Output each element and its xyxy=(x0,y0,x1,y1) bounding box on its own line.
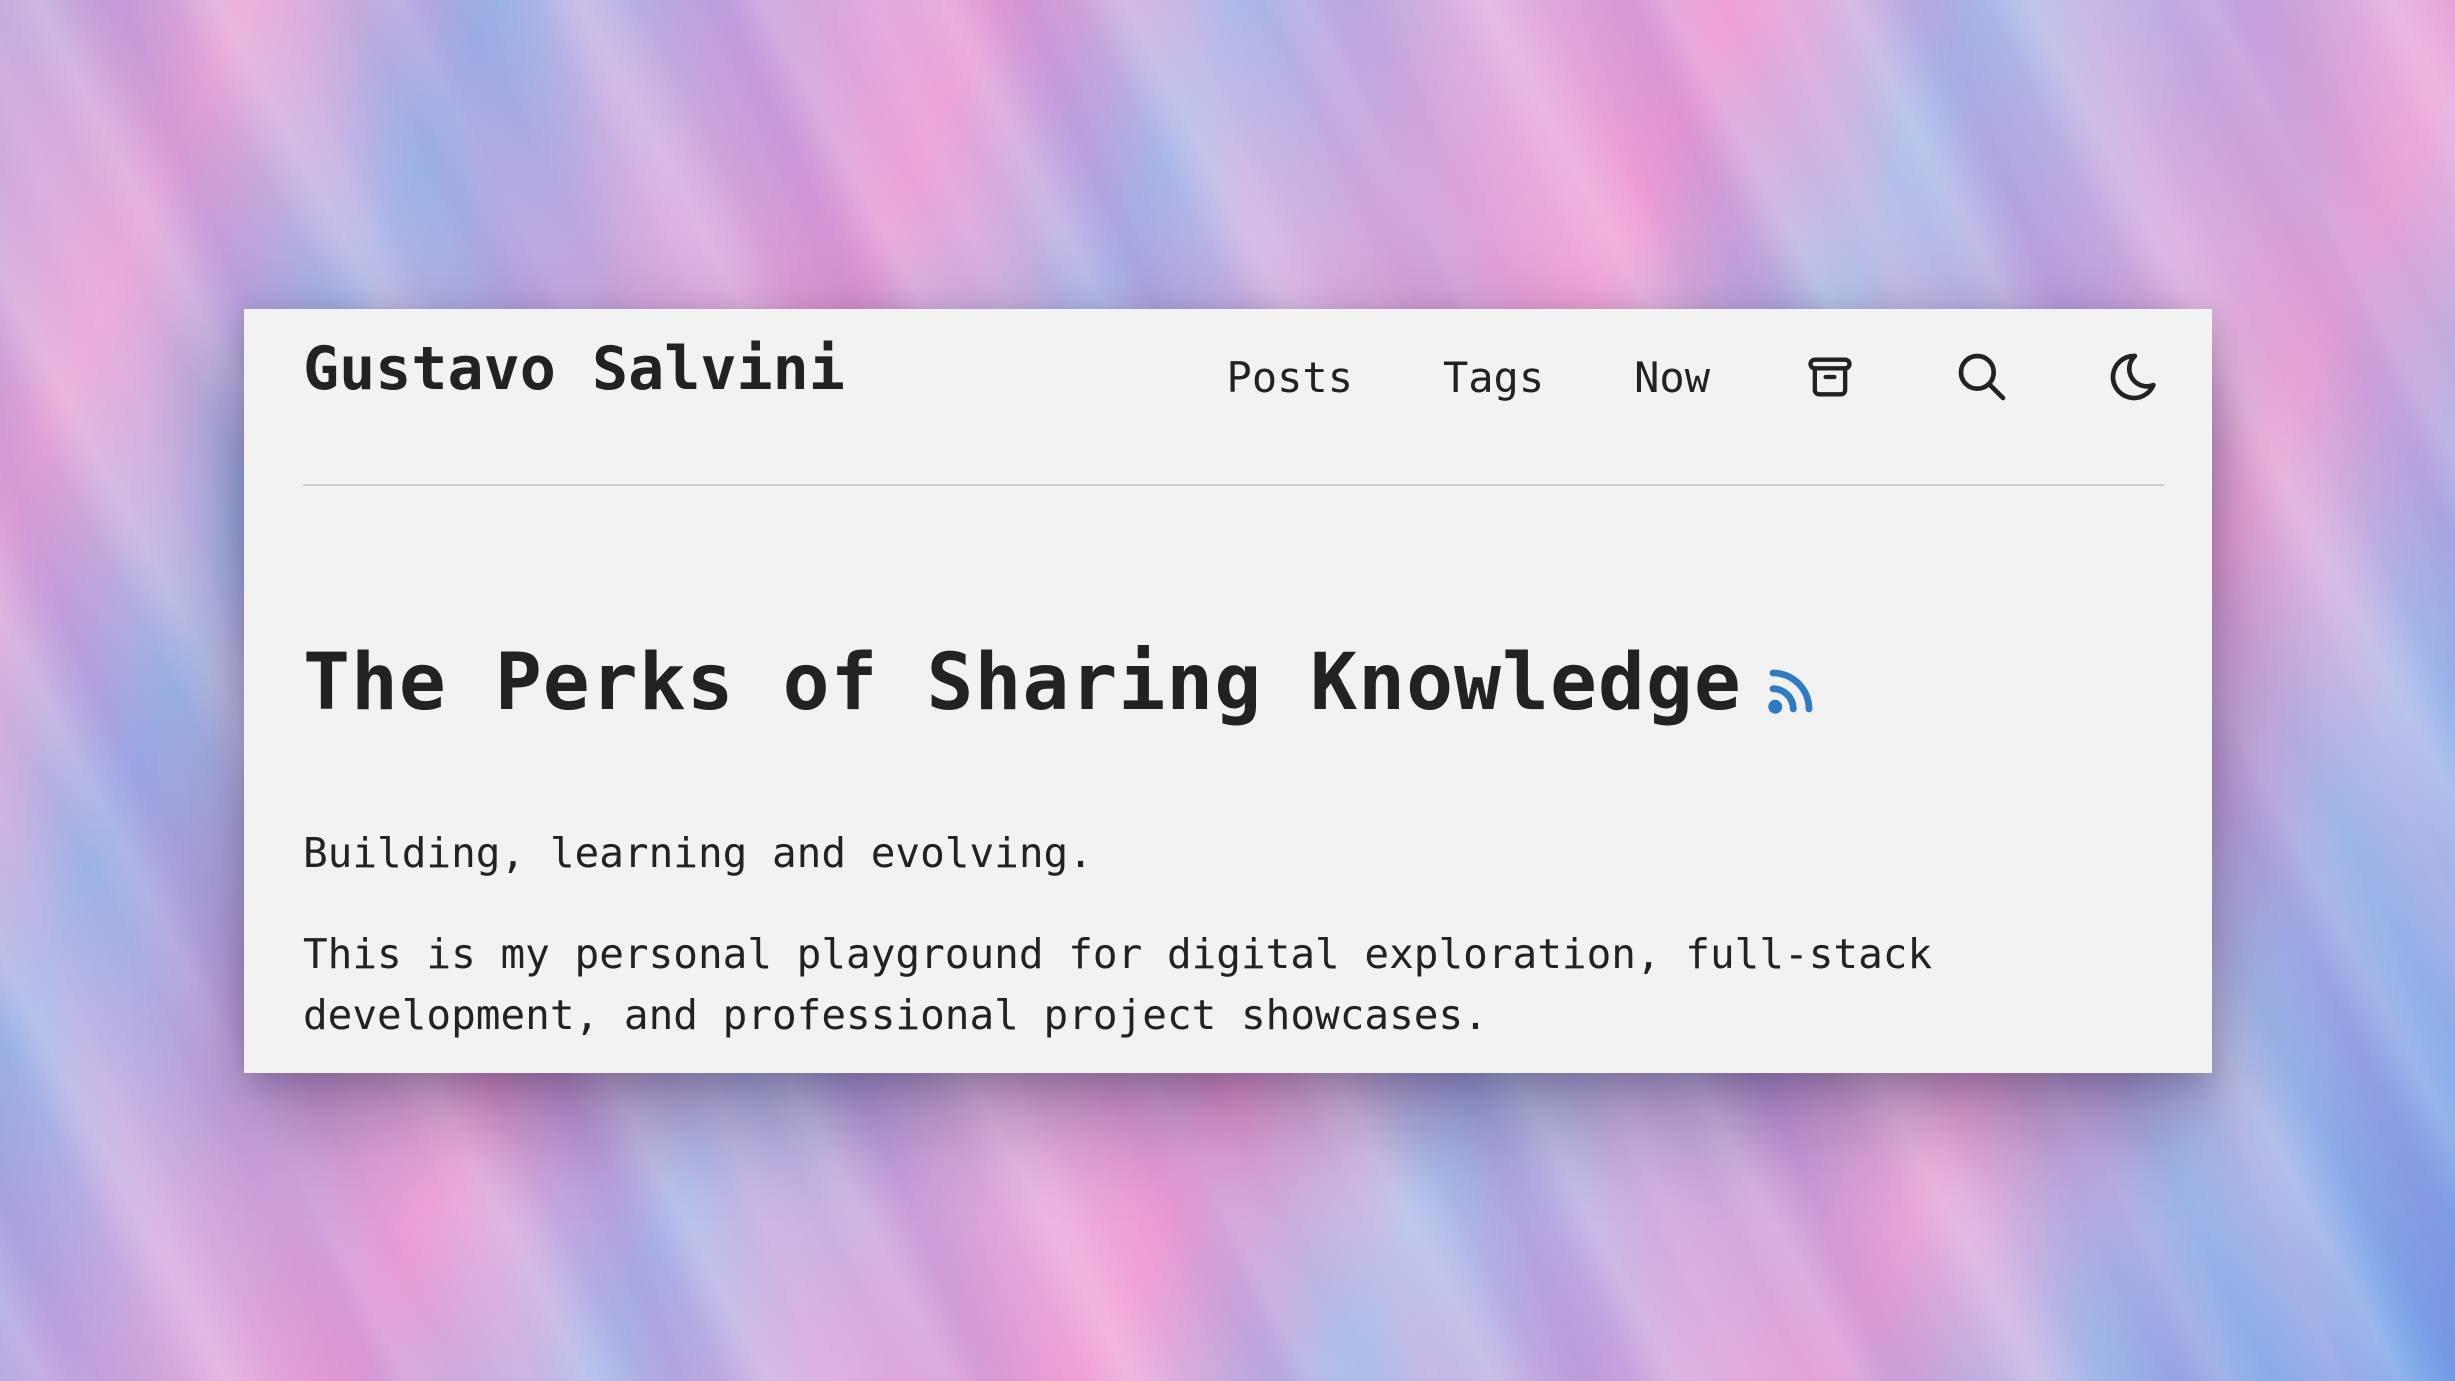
page-card: Gustavo Salvini Posts Tags Now The Perks… xyxy=(244,309,2212,1073)
post-title: The Perks of Sharing Knowledge xyxy=(303,638,1742,728)
search-button[interactable] xyxy=(1952,347,2012,407)
theme-toggle-button[interactable] xyxy=(2104,347,2164,407)
main-nav: Posts Tags Now xyxy=(1227,347,2164,407)
nav-tags-link[interactable]: Tags xyxy=(1443,353,1544,402)
search-icon xyxy=(1958,353,2006,401)
site-title-link[interactable]: Gustavo Salvini xyxy=(303,339,845,399)
nav-posts-link[interactable]: Posts xyxy=(1227,353,1353,402)
description-paragraph: This is my personal playground for digit… xyxy=(303,930,1933,1039)
nav-now-link[interactable]: Now xyxy=(1634,353,1710,402)
intro-paragraph: Building, learning and evolving. xyxy=(303,829,1093,877)
moon-icon xyxy=(2110,353,2156,401)
archive-button[interactable] xyxy=(1800,347,1860,407)
rss-feed-link[interactable] xyxy=(1764,664,1818,722)
post-title-row: The Perks of Sharing Knowledge xyxy=(303,644,1818,722)
archive-icon xyxy=(1808,357,1852,397)
rss-icon xyxy=(1768,669,1813,714)
site-header: Gustavo Salvini Posts Tags Now xyxy=(303,309,2164,486)
